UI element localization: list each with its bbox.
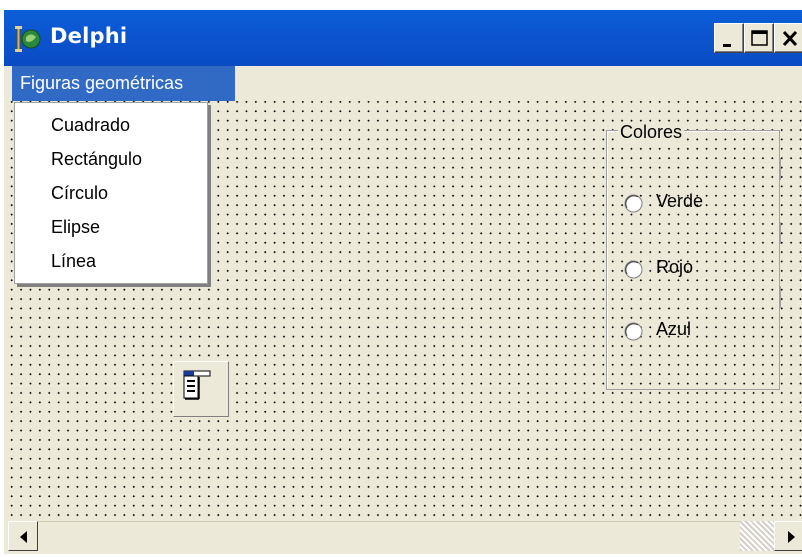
menu-item-rectangulo[interactable]: Rectángulo	[51, 149, 142, 170]
arrow-left-icon	[20, 531, 27, 543]
minimize-icon	[723, 44, 731, 47]
figuras-dropdown-menu: Cuadrado Rectángulo Círculo Elipse Línea	[14, 102, 208, 284]
radio-label-verde: Verde	[656, 191, 704, 211]
delphi-form-window: Delphi Figuras geométricas Cuadrado Rect…	[0, 0, 802, 554]
menu-bar: Figuras geométricas	[4, 66, 802, 101]
mainmenu-component-icon	[183, 370, 211, 400]
groupbox-edge-mark	[779, 158, 781, 180]
arrow-right-icon	[788, 531, 795, 543]
radio-unchecked-icon	[624, 194, 643, 213]
menu-item-circulo[interactable]: Círculo	[51, 183, 108, 204]
menu-item-cuadrado[interactable]: Cuadrado	[51, 115, 130, 136]
radio-unchecked-icon	[624, 322, 643, 341]
minimize-button[interactable]	[714, 23, 744, 53]
scroll-thumb[interactable]	[740, 521, 774, 551]
groupbox-edge-mark	[779, 222, 781, 244]
window-title: Delphi	[50, 24, 128, 48]
radio-unchecked-icon	[624, 260, 643, 279]
scroll-track[interactable]	[38, 521, 740, 552]
title-bar[interactable]: Delphi	[4, 10, 802, 66]
scroll-right-button[interactable]	[774, 521, 802, 551]
menu-figuras-geometricas[interactable]: Figuras geométricas	[12, 66, 235, 101]
menu-item-linea[interactable]: Línea	[51, 251, 96, 272]
colores-groupbox-label: Colores	[618, 122, 685, 143]
menu-item-elipse[interactable]: Elipse	[51, 217, 100, 238]
radio-label-azul: Azul	[656, 319, 692, 339]
maximize-icon	[751, 30, 768, 46]
close-icon	[782, 30, 798, 47]
radio-label-rojo: Rojo	[656, 257, 694, 277]
maximize-button[interactable]	[744, 23, 774, 53]
mainmenu-component[interactable]	[173, 361, 229, 417]
delphi-app-icon[interactable]	[14, 24, 42, 54]
horizontal-scrollbar[interactable]	[4, 517, 802, 554]
close-button[interactable]	[774, 23, 802, 53]
groupbox-edge-mark	[779, 286, 781, 308]
scroll-left-button[interactable]	[8, 521, 38, 551]
